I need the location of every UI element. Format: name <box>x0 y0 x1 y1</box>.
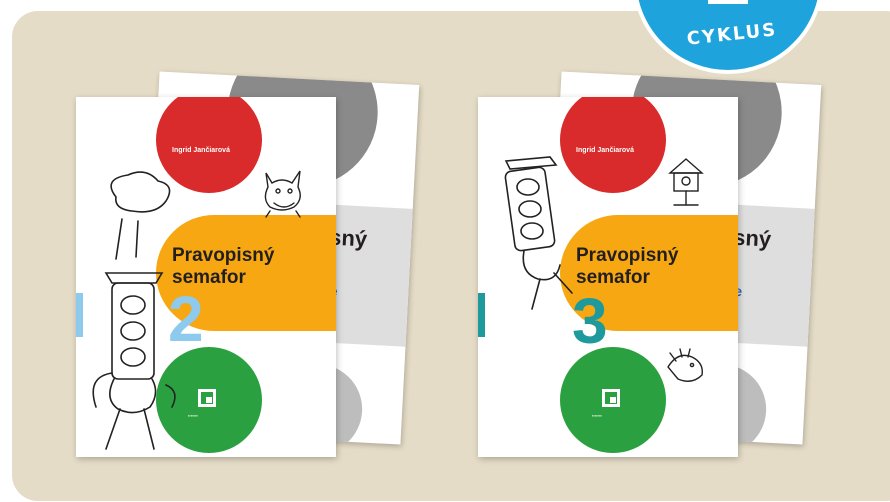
cover-spine-stripe <box>478 293 485 337</box>
publisher-logo-icon <box>602 389 620 407</box>
cover-title-line1: Pravopisný <box>576 245 679 266</box>
book-cover-front: Ingrid Jančiarová Pravopisný semafor 3 ▪… <box>478 97 738 457</box>
publisher-logo-icon <box>198 389 216 407</box>
cover-spine-stripe <box>76 293 83 337</box>
publisher-logo-mark: ▪▪▪▪▪▪▪ <box>592 413 602 418</box>
cover-author: Ingrid Jančiarová <box>576 147 634 154</box>
bird-illustration <box>667 348 703 382</box>
birdhouse-illustration <box>668 158 704 206</box>
traffic-light-character-illustration <box>92 171 176 450</box>
badge-icon <box>708 0 748 4</box>
traffic-light-character-illustration <box>504 156 573 310</box>
book-cover-front: Ingrid Jančiarová Pravopisný semafor 2 ▪… <box>76 97 336 457</box>
cat-illustration <box>264 170 301 218</box>
cover-author: Ingrid Jančiarová <box>172 147 230 154</box>
